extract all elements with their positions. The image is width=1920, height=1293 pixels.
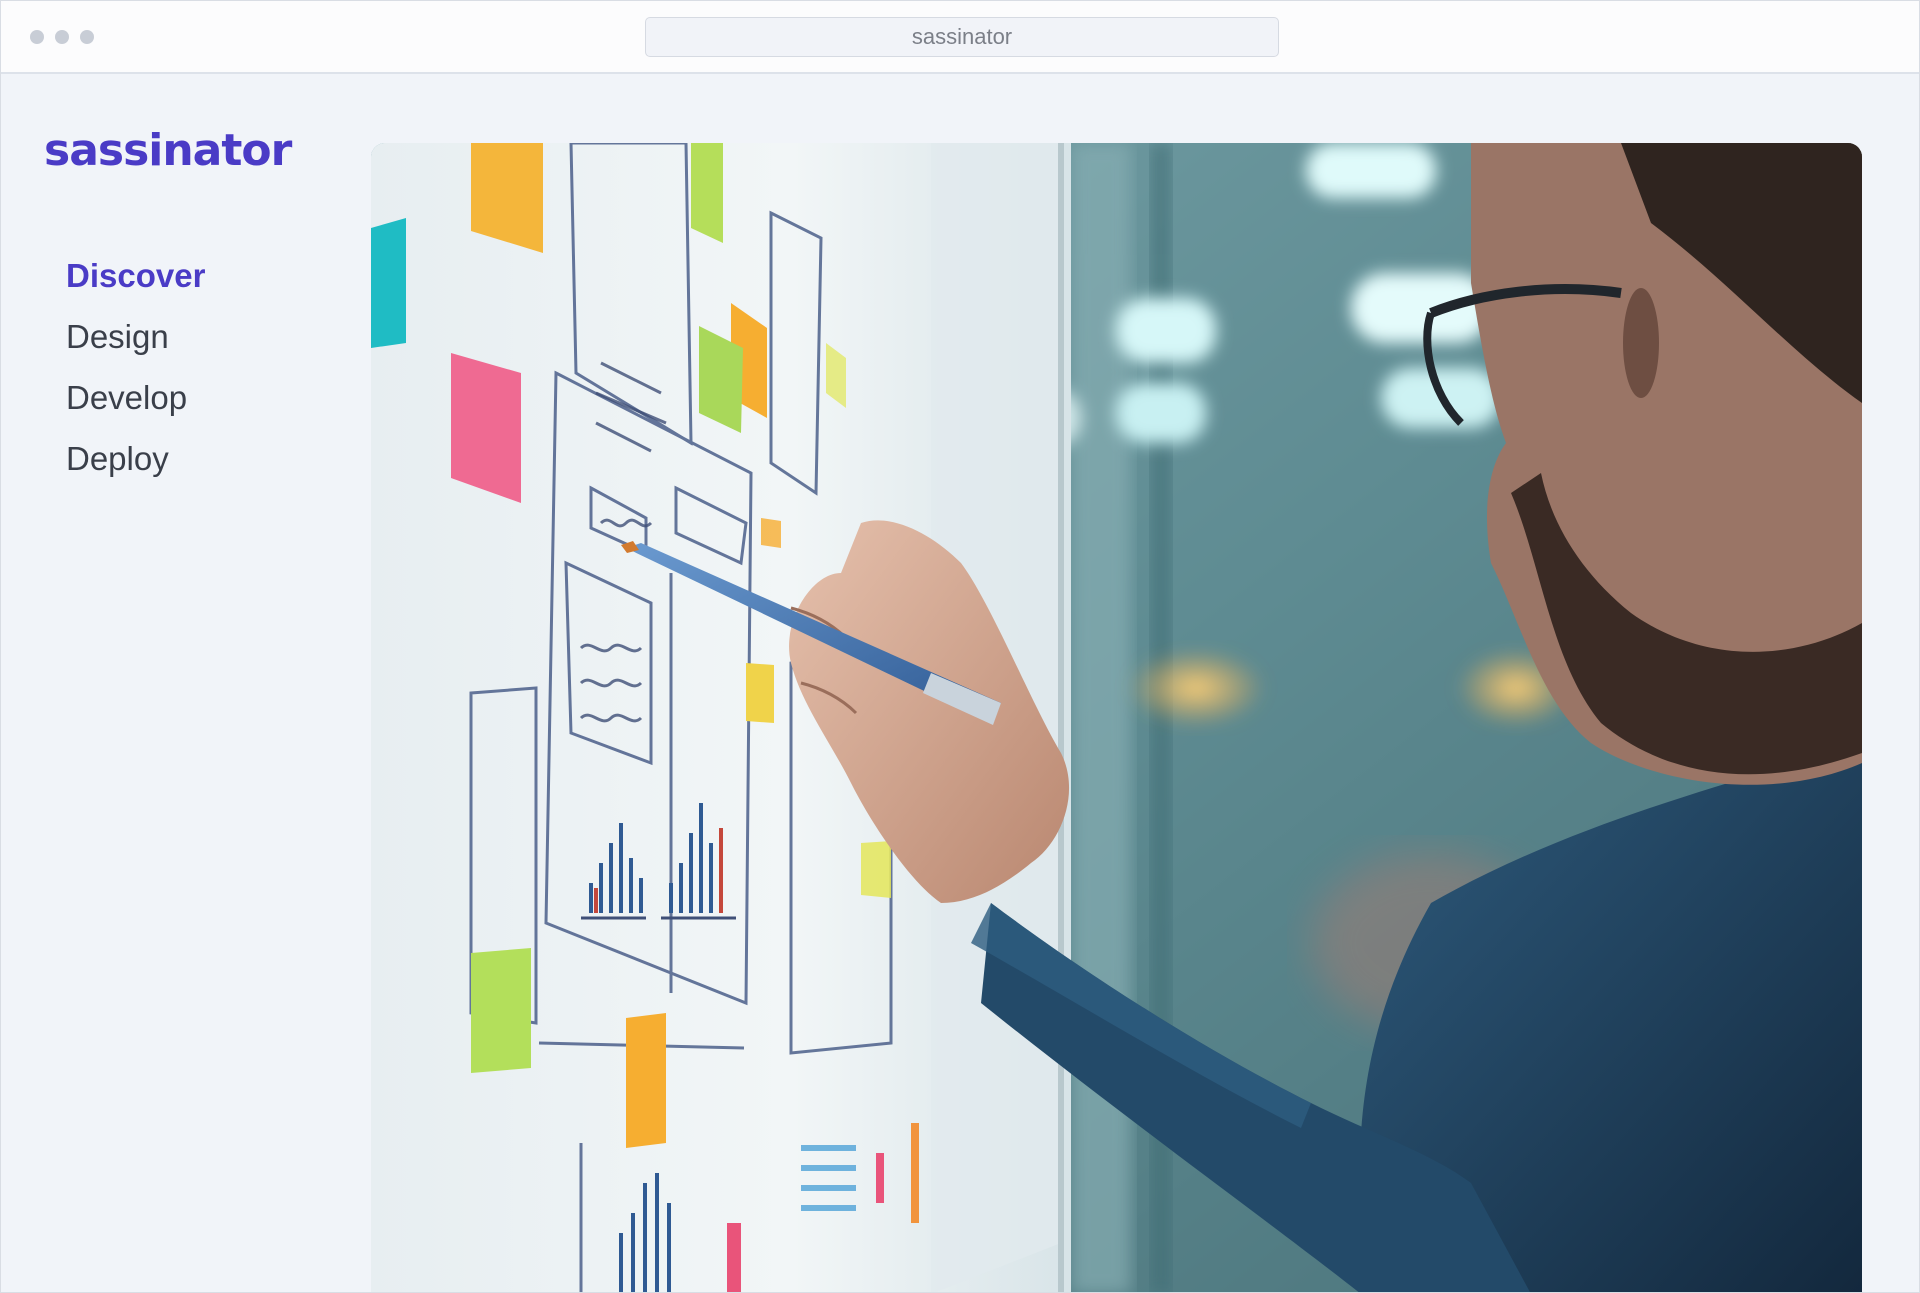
browser-titlebar: sassinator (1, 1, 1919, 74)
address-text: sassinator (911, 24, 1013, 49)
window-controls (30, 30, 94, 44)
nav-item-design[interactable]: Design (66, 306, 205, 367)
brand-logo[interactable]: sassinator (44, 129, 292, 173)
sidebar-nav: Discover Design Develop Deploy (66, 245, 205, 489)
close-window-dot[interactable] (30, 30, 44, 44)
nav-item-develop[interactable]: Develop (66, 367, 205, 428)
app-window: sassinator sassinator Discover Design De… (0, 0, 1920, 1293)
nav-item-deploy[interactable]: Deploy (66, 428, 205, 489)
nav-item-discover[interactable]: Discover (66, 245, 205, 306)
maximize-window-dot[interactable] (80, 30, 94, 44)
address-bar[interactable]: sassinator (645, 17, 1279, 57)
hero-image (371, 143, 1862, 1292)
minimize-window-dot[interactable] (55, 30, 69, 44)
